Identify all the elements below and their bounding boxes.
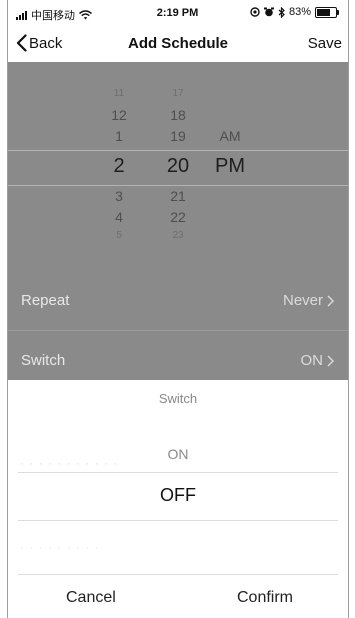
minute-picker-item[interactable]: 18	[153, 107, 203, 123]
dimmed-content: 11 12 1 2 3 4 5 17 18 19 20 21 22 23 AM PM Repeat Never…	[8, 62, 348, 380]
hour-picker-item[interactable]: 11	[94, 88, 144, 99]
battery-percent: 83%	[288, 6, 311, 18]
sheet-ghost-text: · · · · · · · · ·	[20, 540, 100, 554]
hour-picker-item[interactable]: 3	[94, 188, 144, 204]
location-icon	[250, 7, 260, 17]
hour-picker-item[interactable]: 12	[94, 107, 144, 123]
cancel-button[interactable]: Cancel	[66, 589, 116, 607]
option-on[interactable]: ON	[8, 446, 348, 462]
ampm-picker-item[interactable]: AM	[205, 128, 255, 144]
minute-picker-item[interactable]: 21	[153, 188, 203, 204]
status-bar: 中国移动 2:19 PM 83%	[0, 0, 355, 26]
back-button[interactable]: Back	[16, 34, 62, 52]
picker-selection-bottom-line	[8, 185, 348, 186]
frame-border-left	[7, 0, 8, 618]
sheet-title: Switch	[158, 391, 198, 406]
switch-value: ON	[300, 352, 324, 369]
switch-action-sheet: Switch · · · · · · · · · · · ON OFF · · …	[8, 380, 348, 618]
alarm-icon	[263, 7, 274, 17]
hour-picker-item-selected[interactable]: 2	[94, 155, 144, 178]
minute-picker-item[interactable]: 17	[153, 88, 203, 99]
navigation-bar: Back Add Schedule Save	[8, 26, 348, 62]
frame-border-right	[348, 0, 349, 618]
sheet-line	[18, 574, 338, 575]
app-screen: 中国移动 2:19 PM 83% Back Add Schedule Save …	[0, 0, 355, 618]
chevron-left-icon	[16, 34, 27, 52]
row-divider	[8, 330, 348, 331]
switch-label: Switch	[21, 352, 66, 369]
minute-picker-item[interactable]: 19	[153, 128, 203, 144]
minute-picker-item[interactable]: 23	[153, 230, 203, 241]
repeat-label: Repeat	[21, 292, 70, 309]
hour-picker-item[interactable]: 5	[94, 230, 144, 241]
chevron-right-icon	[327, 355, 334, 366]
repeat-value: Never	[282, 292, 323, 309]
minute-picker-item-selected[interactable]: 20	[153, 155, 203, 178]
save-button[interactable]: Save	[308, 35, 342, 52]
ampm-picker-item-selected[interactable]: PM	[205, 155, 255, 178]
picker-selection-top-line	[8, 150, 348, 151]
option-off[interactable]: OFF	[8, 485, 348, 506]
sheet-line	[18, 472, 338, 473]
chevron-right-icon	[327, 295, 334, 306]
hour-picker-item[interactable]: 4	[94, 209, 144, 225]
sheet-line	[18, 520, 338, 521]
back-label: Back	[29, 34, 63, 52]
confirm-button[interactable]: Confirm	[237, 589, 293, 607]
hour-picker-item[interactable]: 1	[94, 128, 144, 144]
switch-value-button[interactable]: ON	[301, 352, 335, 369]
minute-picker-item[interactable]: 22	[153, 209, 203, 225]
bluetooth-icon	[278, 6, 285, 18]
battery-icon	[315, 6, 339, 18]
repeat-value-button[interactable]: Never	[283, 292, 334, 309]
status-right: 83%	[250, 6, 339, 18]
